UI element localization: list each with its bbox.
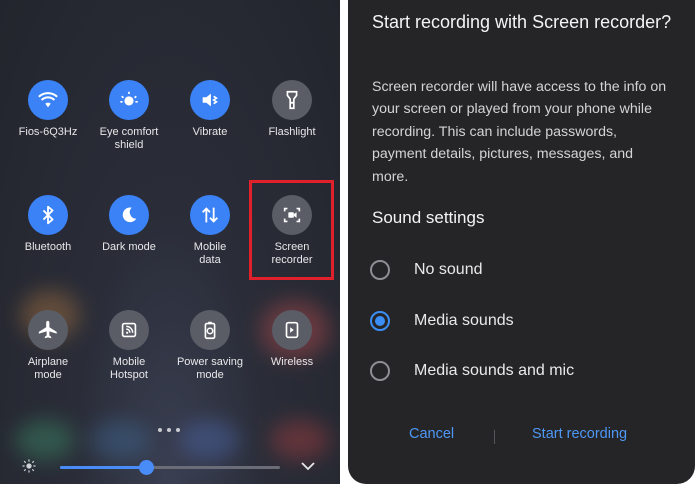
start-recording-button[interactable]: Start recording [532,426,627,442]
tile-mobile-data[interactable]: Mobile data [170,195,250,267]
tile-label: Mobile data [193,241,227,266]
radio-button[interactable] [370,311,390,331]
tile-vibrate[interactable]: Vibrate [170,80,250,139]
brightness-fill [60,466,146,469]
bluetooth-icon [28,195,68,235]
brightness-thumb[interactable] [138,460,154,475]
option-media-sounds[interactable]: Media sounds [370,309,514,333]
page-indicator [158,428,180,432]
option-label: Media sounds [414,312,514,329]
eye-comfort-icon [109,80,149,120]
button-divider [494,430,495,444]
moon-icon [109,195,149,235]
tile-bluetooth[interactable]: Bluetooth [8,195,88,254]
tile-label: Wireless [270,356,314,368]
tile-label: Mobile Hotspot [110,356,148,381]
brightness-icon [22,459,36,473]
tile-label: Vibrate [192,126,228,138]
tile-power-saving[interactable]: Power saving mode [170,310,250,382]
tile-mobile-hotspot[interactable]: Mobile Hotspot [89,310,169,382]
background-blur [270,420,330,460]
radio-button[interactable] [370,260,390,280]
hotspot-icon [109,310,149,350]
dialog-body: Screen recorder will have access to the … [372,79,667,185]
wireless-share-icon [272,310,312,350]
option-no-sound[interactable]: No sound [370,258,483,282]
option-label: Media sounds and mic [414,362,575,379]
quick-settings-panel: Fios-6Q3Hz Eye comfort shield Vibrate Fl… [0,0,340,484]
cancel-button[interactable]: Cancel [409,426,454,442]
option-media-sounds-and-mic[interactable]: Media sounds and mic [370,359,574,383]
tile-airplane-mode[interactable]: Airplane mode [8,310,88,382]
screen-recorder-highlight [249,180,334,280]
tile-wifi[interactable]: Fios-6Q3Hz [8,80,88,139]
wifi-icon [28,80,68,120]
chevron-down-icon[interactable] [300,460,316,472]
brightness-slider[interactable] [60,460,280,475]
airplane-icon [28,310,68,350]
dialog-title: Start recording with Screen recorder? [372,12,672,32]
tile-label: Flashlight [268,126,316,138]
power-saving-icon [190,310,230,350]
tile-label: Bluetooth [24,241,72,253]
tile-label: Eye comfort shield [99,126,159,151]
vibrate-icon [190,80,230,120]
option-label: No sound [414,261,483,278]
mobile-data-icon [190,195,230,235]
tile-label: Power saving mode [176,356,244,381]
tile-dark-mode[interactable]: Dark mode [89,195,169,254]
tile-wireless[interactable]: Wireless [252,310,332,369]
flashlight-icon [272,80,312,120]
tile-label: Fios-6Q3Hz [18,126,78,138]
background-blur [90,420,150,460]
radio-button[interactable] [370,361,390,381]
tile-label: Airplane mode [27,356,69,381]
tile-label: Dark mode [102,241,156,253]
background-blur [15,420,75,460]
tile-eye-comfort[interactable]: Eye comfort shield [89,80,169,152]
background-blur [180,420,240,460]
sound-settings-heading: Sound settings [372,208,485,227]
screen-recorder-dialog: Start recording with Screen recorder? Sc… [348,0,695,484]
tile-flashlight[interactable]: Flashlight [252,80,332,139]
